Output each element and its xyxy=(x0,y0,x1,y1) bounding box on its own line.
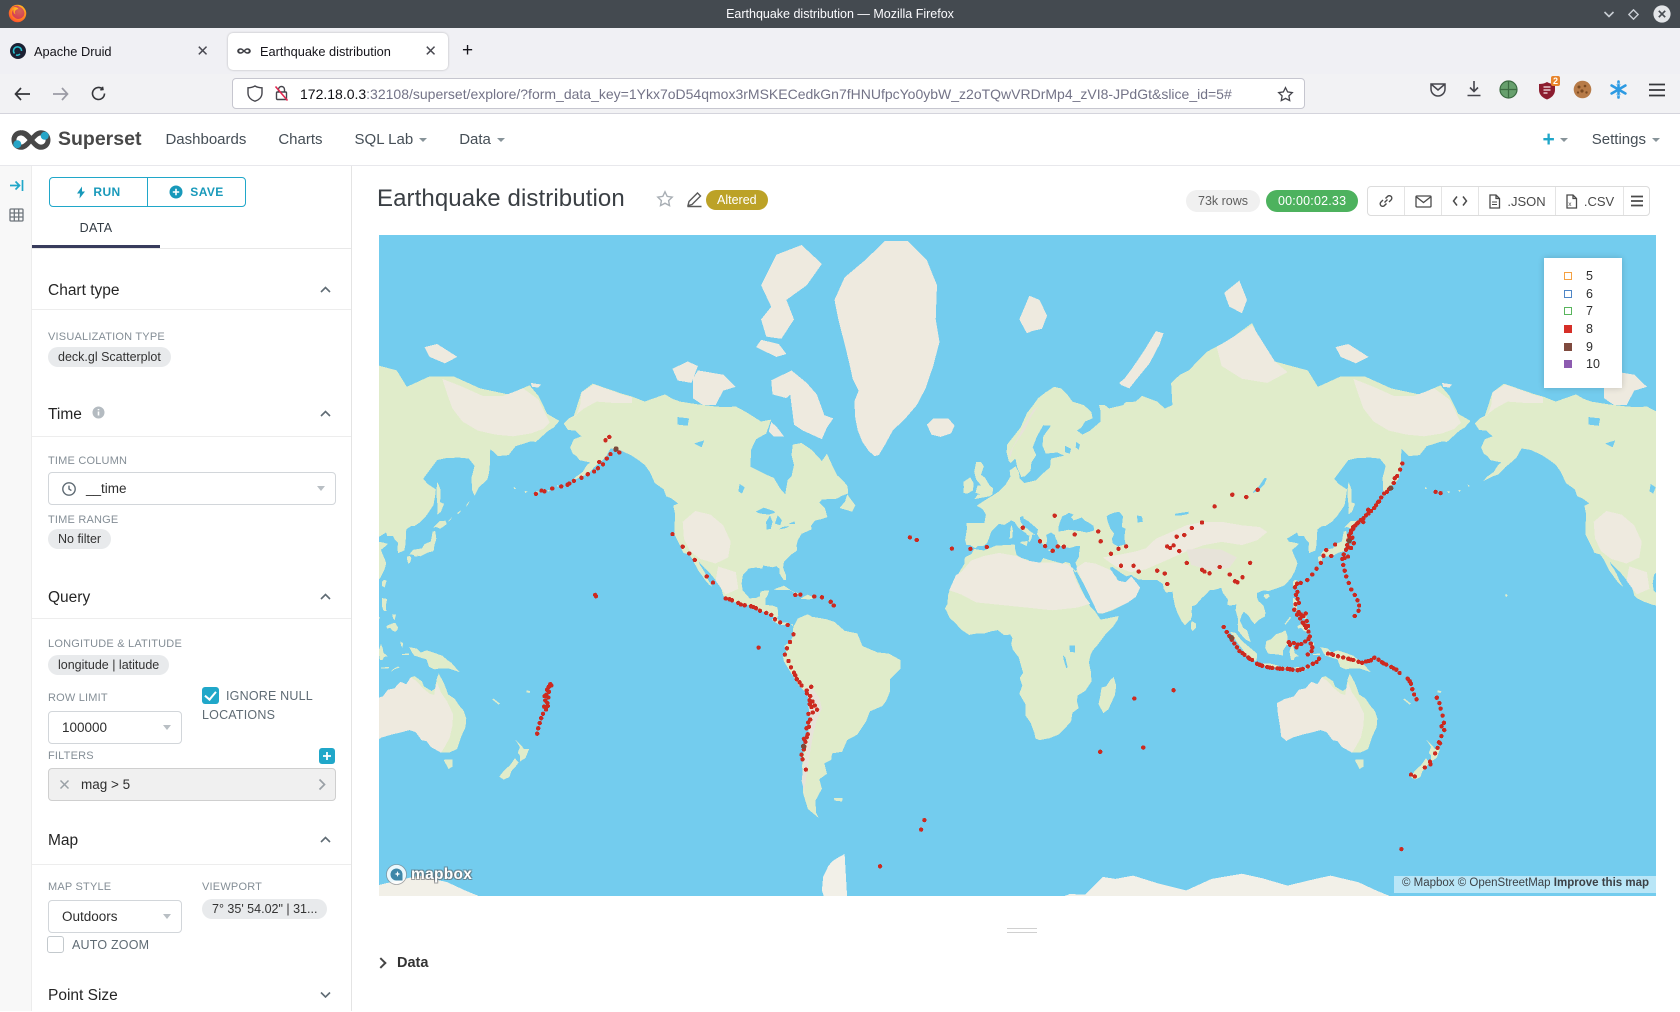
svg-text:x: x xyxy=(1568,201,1572,208)
